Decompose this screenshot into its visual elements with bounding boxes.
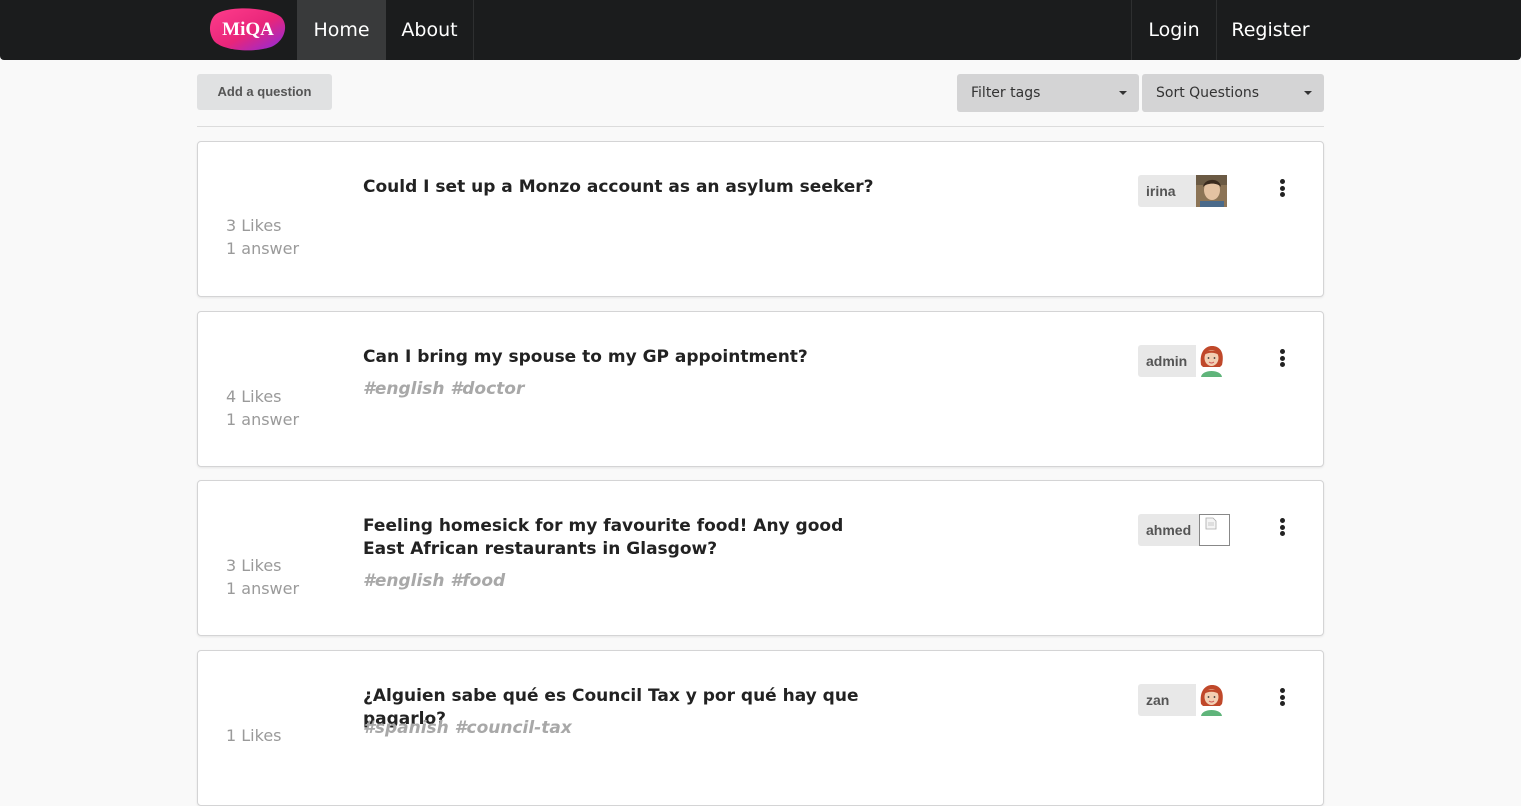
author-name: ahmed [1138,514,1200,546]
broken-image-icon [1199,514,1231,546]
add-question-button[interactable]: Add a question [197,74,332,110]
sort-questions-label: Sort Questions [1156,85,1260,101]
filter-tags-label: Filter tags [971,85,1041,101]
question-tags[interactable]: #english #food [363,571,505,591]
question-card[interactable]: 3 Likes 1 answer Feeling homesick for my… [197,480,1324,636]
likes-count: 1 Likes [226,726,282,745]
question-card[interactable]: 4 Likes 1 answer Can I bring my spouse t… [197,311,1324,467]
question-title[interactable]: Feeling homesick for my favourite food! … [363,515,883,561]
nav-login[interactable]: Login [1131,0,1216,60]
caret-down-icon [1119,91,1127,95]
top-navbar: MiQA Home About Login Register [0,0,1521,60]
question-card[interactable]: 3 Likes 1 answer Could I set up a Monzo … [197,141,1324,297]
question-card[interactable]: 1 Likes ¿Alguien sabe qué es Council Tax… [197,650,1324,806]
question-stats: 4 Likes 1 answer [226,385,299,431]
question-stats: 1 Likes [226,724,282,747]
more-options-icon[interactable] [1280,179,1286,197]
question-title[interactable]: Could I set up a Monzo account as an asy… [363,176,883,199]
nav-about[interactable]: About [386,0,474,60]
logo-text: MiQA [222,19,274,40]
sort-questions-dropdown[interactable]: Sort Questions [1142,74,1324,112]
author-name: zan [1138,684,1196,716]
woman-avatar-icon [1196,345,1227,377]
question-tags[interactable]: #english #doctor [363,379,524,399]
author-name: irina [1138,175,1196,207]
answers-count: 1 answer [226,579,300,598]
filter-tags-dropdown[interactable]: Filter tags [957,74,1139,112]
likes-count: 4 Likes [226,387,282,406]
question-stats: 3 Likes 1 answer [226,554,299,600]
author-label[interactable]: ahmed [1138,514,1231,546]
answers-count: 1 answer [226,410,300,429]
photo-avatar-icon [1196,175,1227,207]
toolbar-divider [197,126,1324,127]
caret-down-icon [1304,91,1312,95]
nav-register[interactable]: Register [1216,0,1324,60]
likes-count: 3 Likes [226,216,282,235]
more-options-icon[interactable] [1280,349,1286,367]
miqa-logo[interactable]: MiQA [209,7,287,51]
question-stats: 3 Likes 1 answer [226,214,299,260]
question-tags[interactable]: #spanish #council-tax [363,718,572,738]
nav-home[interactable]: Home [297,0,386,60]
more-options-icon[interactable] [1280,688,1286,706]
woman-avatar-icon [1196,684,1227,716]
author-label[interactable]: admin [1138,345,1227,377]
question-title[interactable]: Can I bring my spouse to my GP appointme… [363,346,883,369]
author-name: admin [1138,345,1196,377]
author-label[interactable]: irina [1138,175,1227,207]
author-label[interactable]: zan [1138,684,1227,716]
answers-count: 1 answer [226,239,300,258]
more-options-icon[interactable] [1280,518,1286,536]
likes-count: 3 Likes [226,556,282,575]
